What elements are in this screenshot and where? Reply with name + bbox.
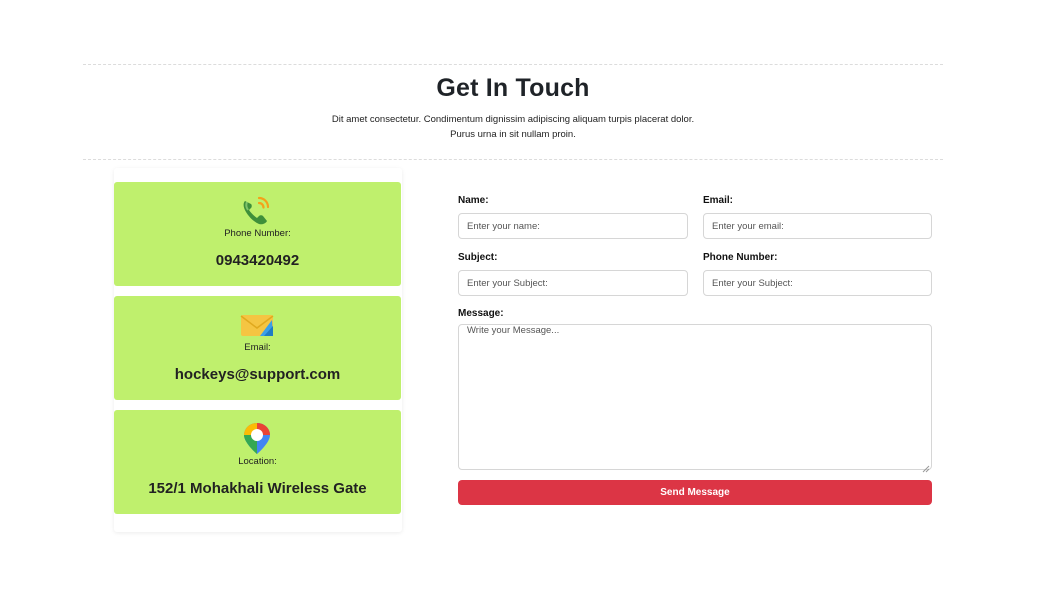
name-input[interactable] (458, 213, 688, 239)
page-header: Get In Touch Dit amet consectetur. Condi… (0, 72, 1026, 142)
top-divider (83, 64, 943, 65)
subtitle-line-2: Purus urna in sit nullam proin. (450, 129, 576, 140)
phone-label: Phone Number: (224, 228, 291, 239)
location-value: 152/1 Mohakhali Wireless Gate (148, 480, 367, 497)
page-title: Get In Touch (436, 74, 590, 102)
subject-input[interactable] (458, 270, 688, 296)
email-card: Email: hockeys@support.com (114, 296, 401, 400)
envelope-icon (238, 306, 276, 342)
bottom-divider (83, 159, 943, 160)
message-textarea[interactable] (458, 324, 932, 470)
map-pin-icon (238, 420, 276, 456)
name-label: Name: (458, 195, 489, 206)
phone-field-label: Phone Number: (703, 252, 778, 263)
phone-value: 0943420492 (215, 252, 300, 269)
phone-icon (238, 192, 276, 228)
location-label: Location: (238, 456, 277, 467)
phone-input[interactable] (703, 270, 932, 296)
subtitle-line-1: Dit amet consectetur. Condimentum dignis… (331, 114, 695, 125)
resize-handle-icon[interactable] (922, 460, 930, 473)
message-label: Message: (458, 308, 504, 319)
send-message-button[interactable]: Send Message (458, 480, 932, 505)
email-field-label: Email: (703, 195, 734, 206)
page-subtitle: Dit amet consectetur. Condimentum dignis… (0, 112, 1026, 142)
location-card: Location: 152/1 Mohakhali Wireless Gate (114, 410, 401, 514)
email-field[interactable] (703, 213, 932, 239)
contact-info-panel: Phone Number: 0943420492 Email: hockeys@… (114, 168, 402, 532)
phone-card: Phone Number: 0943420492 (114, 182, 401, 286)
subject-label: Subject: (458, 252, 498, 263)
email-value: hockeys@support.com (174, 366, 341, 383)
email-label: Email: (244, 342, 271, 353)
